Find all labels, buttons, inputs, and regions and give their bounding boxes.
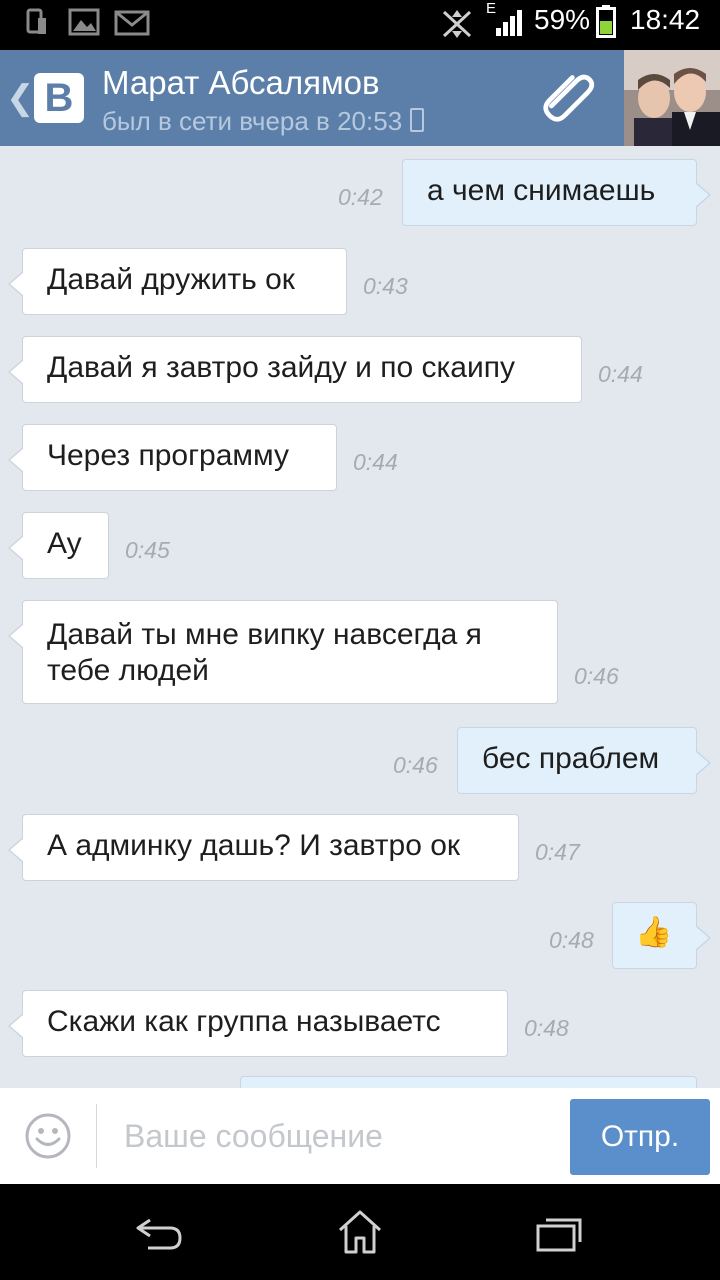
home-icon[interactable]: [336, 1208, 384, 1256]
recent-apps-icon[interactable]: [534, 1210, 586, 1254]
message-text: Давай ты мне випку навсегда я тебе людей: [47, 618, 482, 687]
outgoing-message[interactable]: а чем снимаешь: [402, 159, 711, 226]
message-time: 0:42: [338, 184, 383, 210]
message-text: Через программу: [47, 439, 289, 472]
contact-avatar[interactable]: [624, 50, 720, 146]
incoming-message[interactable]: Давай дружить ок: [8, 248, 347, 315]
incoming-message[interactable]: Ау: [8, 512, 109, 579]
message-text: бес праблем: [482, 742, 660, 775]
message-time: 0:45: [125, 537, 170, 563]
message-text: Давай дружить ок: [47, 263, 295, 296]
message-text: Скажи как группа называетс: [47, 1005, 441, 1038]
incoming-message[interactable]: Скажи как группа называетс: [8, 990, 508, 1057]
clock: 18:42: [630, 4, 701, 35]
message-text: Давай я завтро зайду и по скаипу: [47, 351, 515, 384]
composer-divider: [96, 1104, 97, 1168]
message-time: 0:46: [393, 752, 438, 778]
message-text: а чем снимаешь: [427, 174, 656, 207]
message-time: 0:47: [535, 839, 580, 865]
signal-icon: [496, 10, 522, 36]
mail-notification-icon: [114, 10, 150, 36]
chevron-left-icon[interactable]: ❮: [6, 78, 35, 118]
message-composer: Отпр.: [0, 1088, 720, 1184]
message-text: Ау: [47, 527, 82, 560]
phone-notification-icon: [26, 8, 46, 34]
battery-icon: [596, 5, 616, 38]
vk-logo-button[interactable]: В: [34, 73, 84, 123]
mobile-device-icon: [410, 108, 425, 132]
outgoing-message[interactable]: бес праблем: [457, 727, 711, 794]
paperclip-icon[interactable]: [538, 72, 598, 124]
send-button[interactable]: Отпр.: [570, 1099, 710, 1175]
message-text: А админку дашь? И завтро ок: [47, 829, 461, 862]
data-transfer-icon: [442, 10, 472, 38]
battery-percent: 59%: [534, 4, 591, 35]
message-time: 0:44: [353, 449, 398, 475]
message-time: 0:48: [549, 927, 594, 953]
thumbs-up-emoji: 👍: [635, 916, 673, 949]
outgoing-message[interactable]: 👍: [612, 902, 711, 969]
avatar-photo: [624, 50, 720, 146]
incoming-message[interactable]: Через программу: [8, 424, 337, 491]
status-bar: E 59% 18:42: [0, 0, 720, 50]
contact-name[interactable]: Марат Абсалямов: [102, 64, 380, 102]
incoming-message[interactable]: Давай я завтро зайду и по скаипу: [8, 336, 582, 403]
message-input[interactable]: [112, 1106, 552, 1166]
incoming-message[interactable]: Давай ты мне випку навсегда я тебе людей: [8, 600, 558, 704]
contact-status: был в сети вчера в 20:53: [102, 106, 425, 137]
message-time: 0:43: [363, 273, 408, 299]
image-notification-icon: [68, 8, 100, 36]
navigation-bar: [0, 1184, 720, 1280]
message-time: 0:44: [598, 361, 643, 387]
message-time: 0:46: [574, 663, 619, 689]
incoming-message[interactable]: А админку дашь? И завтро ок: [8, 814, 519, 881]
message-time: 0:48: [524, 1015, 569, 1041]
chat-header: ❮ В Марат Абсалямов был в сети вчера в 2…: [0, 50, 720, 146]
last-seen-text: был в сети вчера в 20:53: [102, 106, 403, 136]
smiley-icon[interactable]: [24, 1112, 72, 1160]
back-icon[interactable]: [134, 1214, 186, 1254]
